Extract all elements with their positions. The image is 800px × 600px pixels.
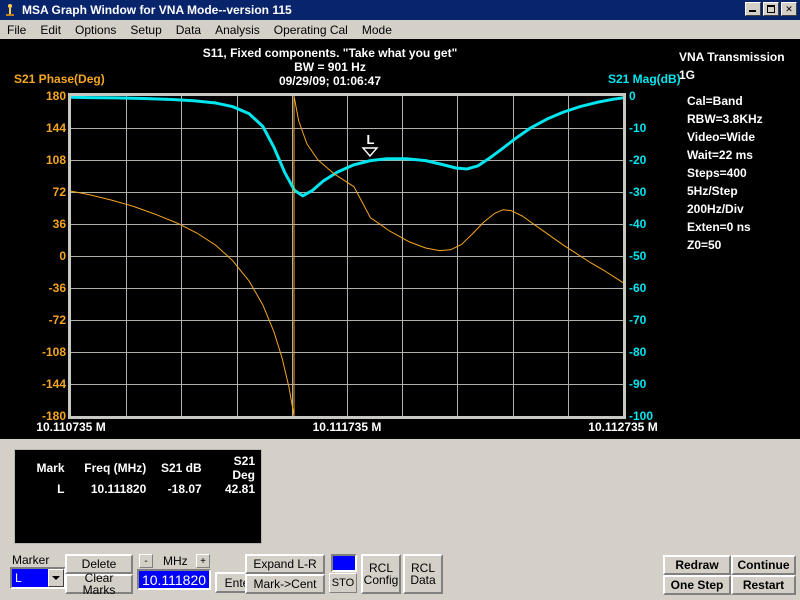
- left-tick-1: 144: [45, 121, 66, 135]
- title-bar: MSA Graph Window for VNA Mode--version 1…: [0, 0, 800, 20]
- col-mark: Mark: [36, 461, 65, 475]
- x-tick-1: 10.111735 M: [312, 420, 382, 434]
- info-item-1: RBW=3.8KHz: [687, 112, 763, 126]
- marker-label: Marker: [12, 553, 50, 567]
- cell-mark: L: [57, 482, 65, 496]
- expand-lr-button[interactable]: Expand L-R: [245, 554, 325, 574]
- rcl-data-line2: Data: [410, 573, 436, 587]
- info-heading-1: VNA Transmission: [679, 50, 785, 64]
- right-tick-9: -90: [629, 377, 647, 391]
- marker-select[interactable]: L: [10, 567, 66, 589]
- info-panel: VNA Transmission 1G Cal=Band RBW=3.8KHz Vi…: [679, 48, 797, 254]
- col-s21deg: S21 Deg: [232, 454, 255, 482]
- clear-marks-button[interactable]: Clear Marks: [65, 572, 133, 596]
- rcl-config-button[interactable]: RCL Config: [361, 554, 401, 594]
- col-s21db: S21 dB: [161, 461, 202, 475]
- menu-item-data[interactable]: Data: [169, 21, 208, 39]
- chevron-down-icon[interactable]: [48, 569, 64, 587]
- graph-canvas: S11, Fixed components. "Take what you ge…: [0, 39, 800, 439]
- left-tick-2: 108: [45, 153, 66, 167]
- rcl-data-button[interactable]: RCL Data: [403, 554, 443, 594]
- menu-bar: File Edit Options Setup Data Analysis Operatin…: [0, 20, 800, 39]
- left-tick-3: 72: [52, 185, 66, 199]
- marker-triangle-icon: [361, 146, 379, 157]
- info-item-5: 5Hz/Step: [687, 184, 738, 198]
- right-tick-0: 0: [629, 89, 636, 103]
- one-step-button[interactable]: One Step: [663, 575, 731, 595]
- restart-button[interactable]: Restart: [731, 575, 796, 595]
- menu-item-edit[interactable]: Edit: [33, 21, 68, 39]
- freq-input[interactable]: 10.111820: [137, 569, 211, 590]
- continue-button[interactable]: Continue: [731, 555, 796, 575]
- col-freq: Freq (MHz): [84, 461, 147, 475]
- menu-item-options[interactable]: Options: [68, 21, 123, 39]
- right-tick-1: -10: [629, 121, 647, 135]
- right-tick-2: -20: [629, 153, 647, 167]
- marker-table-grid: Mark Freq (MHz) S21 dB S21 Deg L 10.1118…: [23, 454, 261, 496]
- right-tick-5: -50: [629, 249, 647, 263]
- redraw-button[interactable]: Redraw: [663, 555, 731, 575]
- cell-deg: 42.81: [224, 482, 255, 496]
- table-row[interactable]: L 10.111820 -18.07 42.81: [23, 482, 261, 496]
- left-tick-5: 0: [59, 249, 66, 263]
- left-tick-7: -72: [48, 313, 66, 327]
- mhz-label: MHz: [163, 554, 188, 568]
- rcl-config-line2: Config: [363, 573, 399, 587]
- maximize-icon[interactable]: [763, 2, 779, 16]
- freq-decrement-button[interactable]: -: [139, 554, 153, 568]
- marker-select-value: L: [12, 569, 48, 587]
- pin-icon: [2, 2, 18, 18]
- right-tick-8: -80: [629, 345, 647, 359]
- marker-table-header-row: Mark Freq (MHz) S21 dB S21 Deg: [23, 454, 261, 482]
- freq-increment-button[interactable]: +: [196, 554, 210, 568]
- right-tick-3: -30: [629, 185, 647, 199]
- menu-item-file[interactable]: File: [0, 21, 33, 39]
- info-item-2: Video=Wide: [687, 130, 756, 144]
- marker-table: Mark Freq (MHz) S21 dB S21 Deg L 10.1118…: [14, 449, 262, 544]
- marker-flag-L[interactable]: L: [358, 133, 382, 159]
- right-axis-title: S21 Mag(dB): [608, 72, 681, 86]
- mark-to-center-button[interactable]: Mark->Cent: [245, 574, 325, 594]
- control-bar: Marker L Delete Clear Marks - MHz + 10.1…: [0, 551, 800, 600]
- right-tick-4: -40: [629, 217, 647, 231]
- info-item-0: Cal=Band: [687, 94, 743, 108]
- plot-area[interactable]: [68, 93, 626, 419]
- left-tick-0: 180: [45, 89, 66, 103]
- plot-svg: [69, 95, 625, 417]
- sto-indicator-led: [331, 554, 357, 572]
- left-axis-title: S21 Phase(Deg): [14, 72, 105, 86]
- close-icon[interactable]: ✕: [781, 2, 797, 16]
- minimize-icon[interactable]: [745, 2, 761, 16]
- menu-item-setup[interactable]: Setup: [123, 21, 168, 39]
- info-item-7: Exten=0 ns: [687, 220, 751, 234]
- cell-db: -18.07: [167, 482, 202, 496]
- x-tick-0: 10.110735 M: [36, 420, 106, 434]
- grid-lines: [71, 96, 623, 416]
- chart-title-line1: S11, Fixed components. "Take what you ge…: [202, 46, 458, 60]
- info-item-6: 200Hz/Div: [687, 202, 744, 216]
- info-item-8: Z0=50: [687, 238, 722, 252]
- left-tick-8: -108: [41, 345, 66, 359]
- left-tick-4: 36: [52, 217, 66, 231]
- right-tick-6: -60: [629, 281, 647, 295]
- left-tick-6: -36: [48, 281, 66, 295]
- info-item-4: Steps=400: [687, 166, 747, 180]
- x-tick-2: 10.112735 M: [588, 420, 658, 434]
- cell-freq: 10.111820: [90, 482, 147, 496]
- window-controls: ✕: [745, 2, 797, 16]
- msa-graph-window: MSA Graph Window for VNA Mode--version 1…: [0, 0, 800, 600]
- info-list: Cal=Band RBW=3.8KHz Video=Wide Wait=22 ms St…: [679, 92, 797, 254]
- info-heading-2: 1G: [679, 68, 696, 82]
- sto-button[interactable]: STO: [329, 573, 357, 593]
- menu-item-operating-cal[interactable]: Operating Cal: [267, 21, 355, 39]
- trace-phase-seg1: [293, 95, 624, 284]
- left-tick-9: -144: [41, 377, 66, 391]
- menu-item-analysis[interactable]: Analysis: [208, 21, 267, 39]
- window-title: MSA Graph Window for VNA Mode--version 1…: [22, 3, 292, 17]
- info-item-3: Wait=22 ms: [687, 148, 753, 162]
- marker-flag-label: L: [366, 131, 375, 147]
- menu-item-mode[interactable]: Mode: [355, 21, 399, 39]
- right-tick-7: -70: [629, 313, 647, 327]
